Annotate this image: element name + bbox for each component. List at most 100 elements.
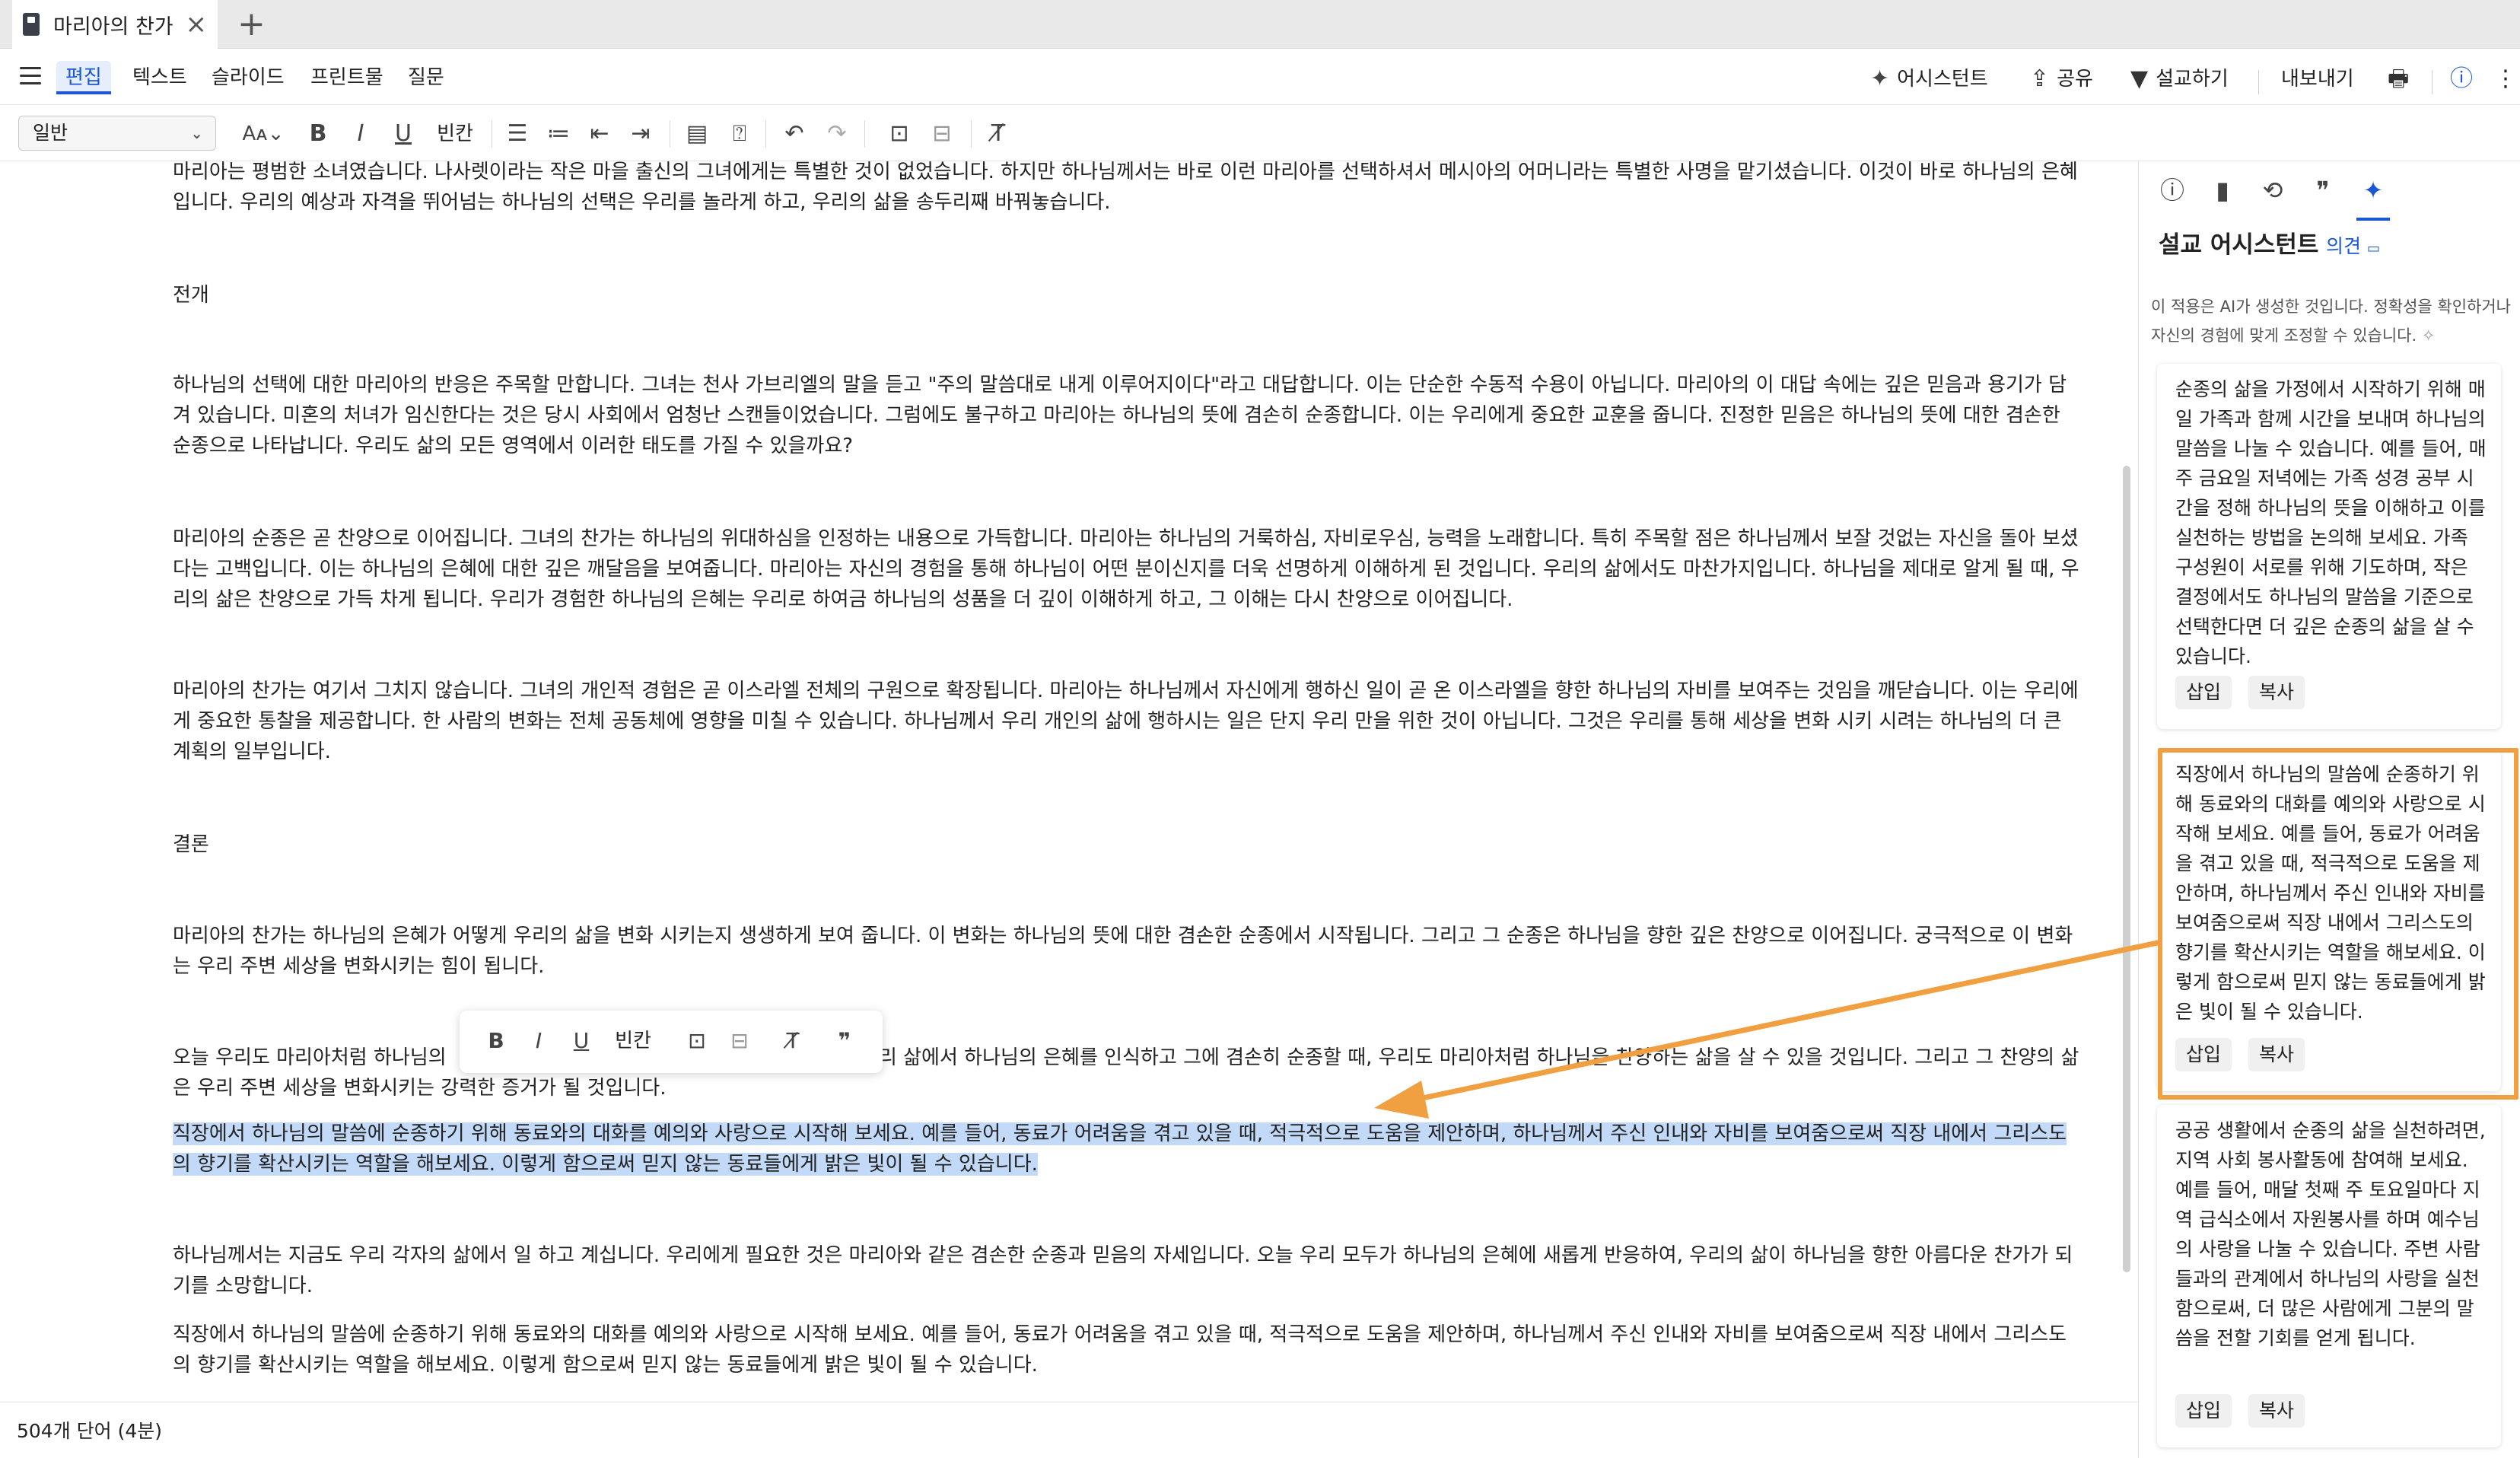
info-icon: ⓘ	[2450, 65, 2473, 92]
bookmark-icon[interactable]: ⊟	[927, 119, 957, 149]
sparkle-small-icon: ✧	[2421, 326, 2436, 345]
preach-button[interactable]: ▼ 설교하기	[2130, 62, 2229, 96]
document-tab-title: 마리아의 찬가	[53, 14, 173, 39]
assistant-panel-tab-icon[interactable]: ✦	[2356, 173, 2390, 221]
clear-format-icon[interactable]: T̸	[983, 119, 1013, 149]
printer-icon: 🖶	[2388, 65, 2410, 92]
highlight-frame	[2158, 748, 2518, 1100]
menu-bar: 편집 텍스트 슬라이드 프린트물 질문 ✦ 어시스턴트 ⇪ 공유 ▼ 설교하기 …	[0, 49, 2520, 105]
document-tab[interactable]: 마리아의 찬가 ×	[12, 0, 218, 49]
word-count: 504개 단어 (4분)	[17, 1420, 163, 1442]
paragraph-style-value: 일반	[33, 122, 68, 144]
copy-button[interactable]: 복사	[2248, 676, 2305, 709]
question-box-icon[interactable]: ⍰	[724, 119, 755, 149]
suggestion-text: 공공 생활에서 순종의 삶을 실천하려면, 지역 사회 봉사활동에 참여해 보세…	[2175, 1119, 2486, 1349]
undo-icon[interactable]: ↶	[779, 119, 810, 149]
tab-slide[interactable]: 슬라이드	[212, 61, 285, 94]
tab-question[interactable]: 질문	[408, 61, 444, 94]
browser-tab-bar: 마리아의 찬가 × +	[0, 0, 2520, 49]
float-quote-icon[interactable]: ❞	[829, 1026, 860, 1056]
document-editor[interactable]: 마리아는 평범한 소녀였습니다. 나사렛이라는 작은 마을 출신의 그녀에게는 …	[0, 161, 2138, 1402]
more-options-icon[interactable]: ⋮	[2494, 62, 2517, 96]
paragraph[interactable]: 하나님의 선택에 대한 마리아의 반응은 주목할 만합니다. 그녀는 천사 가브…	[173, 370, 2082, 461]
add-slide-icon[interactable]: ⊡	[884, 119, 915, 149]
bold-button[interactable]: B	[303, 119, 333, 149]
new-tab-button[interactable]: +	[237, 5, 266, 44]
format-toolbar: 일반 ⌄ Aᴀ⌄ B I U 빈칸 ☰ ≔ ⇤ ⇥ ▤ ⍰ ↶ ↷ ⊡ ⊟ T̸	[0, 105, 2520, 161]
paragraph[interactable]: 마리아는 평범한 소녀였습니다. 나사렛이라는 작은 마을 출신의 그녀에게는 …	[173, 161, 2082, 218]
selected-text: 직장에서 하나님의 말씀에 순종하기 위해 동료와의 대화를 예의와 사랑으로 …	[173, 1122, 2067, 1176]
preach-label: 설교하기	[2156, 68, 2229, 91]
share-label: 공유	[2057, 68, 2093, 91]
assistant-label: 어시스턴트	[1897, 68, 1988, 91]
redo-icon[interactable]: ↷	[822, 119, 852, 149]
quote-panel-tab-icon[interactable]: ❞	[2306, 173, 2340, 207]
paragraph[interactable]: 직장에서 하나님의 말씀에 순종하기 위해 동료와의 대화를 예의와 사랑으로 …	[173, 1320, 2082, 1380]
history-panel-tab-icon[interactable]: ⟲	[2256, 173, 2289, 207]
document-icon	[23, 13, 40, 36]
toolbar-divider	[864, 120, 865, 148]
paragraph-style-select[interactable]: 일반 ⌄	[18, 116, 216, 151]
float-blank-button[interactable]: 빈칸	[609, 1026, 657, 1056]
float-add-slide-icon[interactable]: ⊡	[682, 1026, 712, 1056]
tab-edit[interactable]: 편집	[56, 61, 111, 94]
toolbar-divider	[765, 120, 766, 148]
floating-format-toolbar: B I U 빈칸 ⊡ ⊟ T̸ ❞	[460, 1011, 883, 1073]
notes-panel-tab-icon[interactable]: ▮	[2206, 173, 2239, 207]
float-italic-button[interactable]: I	[523, 1026, 554, 1056]
font-size-icon[interactable]: Aᴀ⌄	[242, 119, 285, 149]
close-tab-icon[interactable]: ×	[186, 9, 208, 40]
print-button[interactable]: 🖶	[2388, 62, 2417, 96]
document-scrollbar[interactable]	[2123, 466, 2130, 1272]
insert-button[interactable]: 삽입	[2175, 1394, 2232, 1428]
ai-notice-text: 이 적용은 AI가 생성한 것입니다. 정확성을 확인하거나 자신의 경험에 맞…	[2151, 298, 2512, 345]
sparkle-icon: ✦	[1870, 65, 1890, 92]
info-button[interactable]: ⓘ	[2450, 62, 2480, 96]
tab-text[interactable]: 텍스트	[132, 61, 187, 94]
page-icon[interactable]: ▤	[682, 119, 712, 149]
paragraph[interactable]: 마리아의 순종은 곧 찬양으로 이어집니다. 그녀의 찬가는 하나님의 위대하심…	[173, 524, 2082, 615]
insert-button[interactable]: 삽입	[2175, 676, 2232, 709]
bullet-list-icon[interactable]: ☰	[502, 119, 533, 149]
selected-paragraph[interactable]: 직장에서 하나님의 말씀에 순종하기 위해 동료와의 대화를 예의와 사랑으로 …	[173, 1119, 2082, 1179]
suggestion-card: 순종의 삶을 가정에서 시작하기 위해 매일 가족과 함께 시간을 보내며 하나…	[2157, 364, 2501, 729]
toolbar-divider	[971, 120, 972, 148]
chevron-down-icon: ⌄	[190, 124, 203, 142]
paragraph[interactable]: 하나님께서는 지금도 우리 각자의 삶에서 일 하고 계십니다. 우리에게 필요…	[173, 1240, 2082, 1301]
copy-button[interactable]: 복사	[2248, 1394, 2305, 1428]
share-button[interactable]: ⇪ 공유	[2030, 62, 2093, 96]
menu-divider	[2258, 70, 2259, 94]
section-heading-conclusion[interactable]: 결론	[173, 829, 209, 860]
float-underline-button[interactable]: U	[566, 1026, 597, 1056]
feedback-link[interactable]: 의견 ▭	[2326, 231, 2380, 259]
comment-icon: ▭	[2366, 240, 2380, 256]
float-clear-format-icon[interactable]: T̸	[778, 1026, 808, 1056]
paragraph[interactable]: 마리아의 찬가는 하나님의 은혜가 어떻게 우리의 삶을 변화 시키는지 생생하…	[173, 921, 2082, 982]
info-panel-tab-icon[interactable]: ⓘ	[2156, 173, 2189, 207]
ai-notice: 이 적용은 AI가 생성한 것입니다. 정확성을 확인하거나 자신의 경험에 맞…	[2151, 292, 2516, 350]
italic-button[interactable]: I	[345, 119, 376, 149]
float-bold-button[interactable]: B	[481, 1026, 511, 1056]
float-bookmark-icon[interactable]: ⊟	[724, 1026, 755, 1056]
paragraph[interactable]: 마리아의 찬가는 여기서 그치지 않습니다. 그녀의 개인적 경험은 곧 이스라…	[173, 676, 2082, 767]
hamburger-menu-icon[interactable]	[20, 67, 41, 85]
tab-printout[interactable]: 프린트물	[310, 61, 383, 94]
suggestion-text: 순종의 삶을 가정에서 시작하기 위해 매일 가족과 함께 시간을 보내며 하나…	[2175, 378, 2487, 667]
blank-button[interactable]: 빈칸	[432, 119, 478, 149]
suggestion-card: 공공 생활에서 순종의 삶을 실천하려면, 지역 사회 봉사활동에 참여해 보세…	[2157, 1105, 2501, 1447]
numbered-list-icon[interactable]: ≔	[543, 119, 574, 149]
outdent-icon[interactable]: ⇤	[584, 119, 615, 149]
export-label: 내보내기	[2281, 68, 2354, 91]
section-heading-development[interactable]: 전개	[173, 280, 209, 310]
status-bar: 504개 단어 (4분)	[0, 1402, 2138, 1458]
panel-title: 설교 어시스턴트	[2159, 231, 2319, 259]
paragraph-start: 오늘 우리도 마리아처럼 하나님의	[173, 1046, 453, 1069]
export-button[interactable]: 내보내기	[2281, 62, 2354, 96]
indent-icon[interactable]: ⇥	[625, 119, 656, 149]
pulpit-icon: ▼	[2130, 65, 2149, 92]
underline-button[interactable]: U	[388, 119, 418, 149]
assistant-button[interactable]: ✦ 어시스턴트	[1870, 62, 1988, 96]
share-icon: ⇪	[2030, 65, 2050, 92]
feedback-label: 의견	[2326, 235, 2362, 257]
paragraph-end: 리 삶에서 하나님의 은혜를 인식하고 그에 겸손히 순종할 때, 우리도 마리…	[173, 1046, 2079, 1100]
